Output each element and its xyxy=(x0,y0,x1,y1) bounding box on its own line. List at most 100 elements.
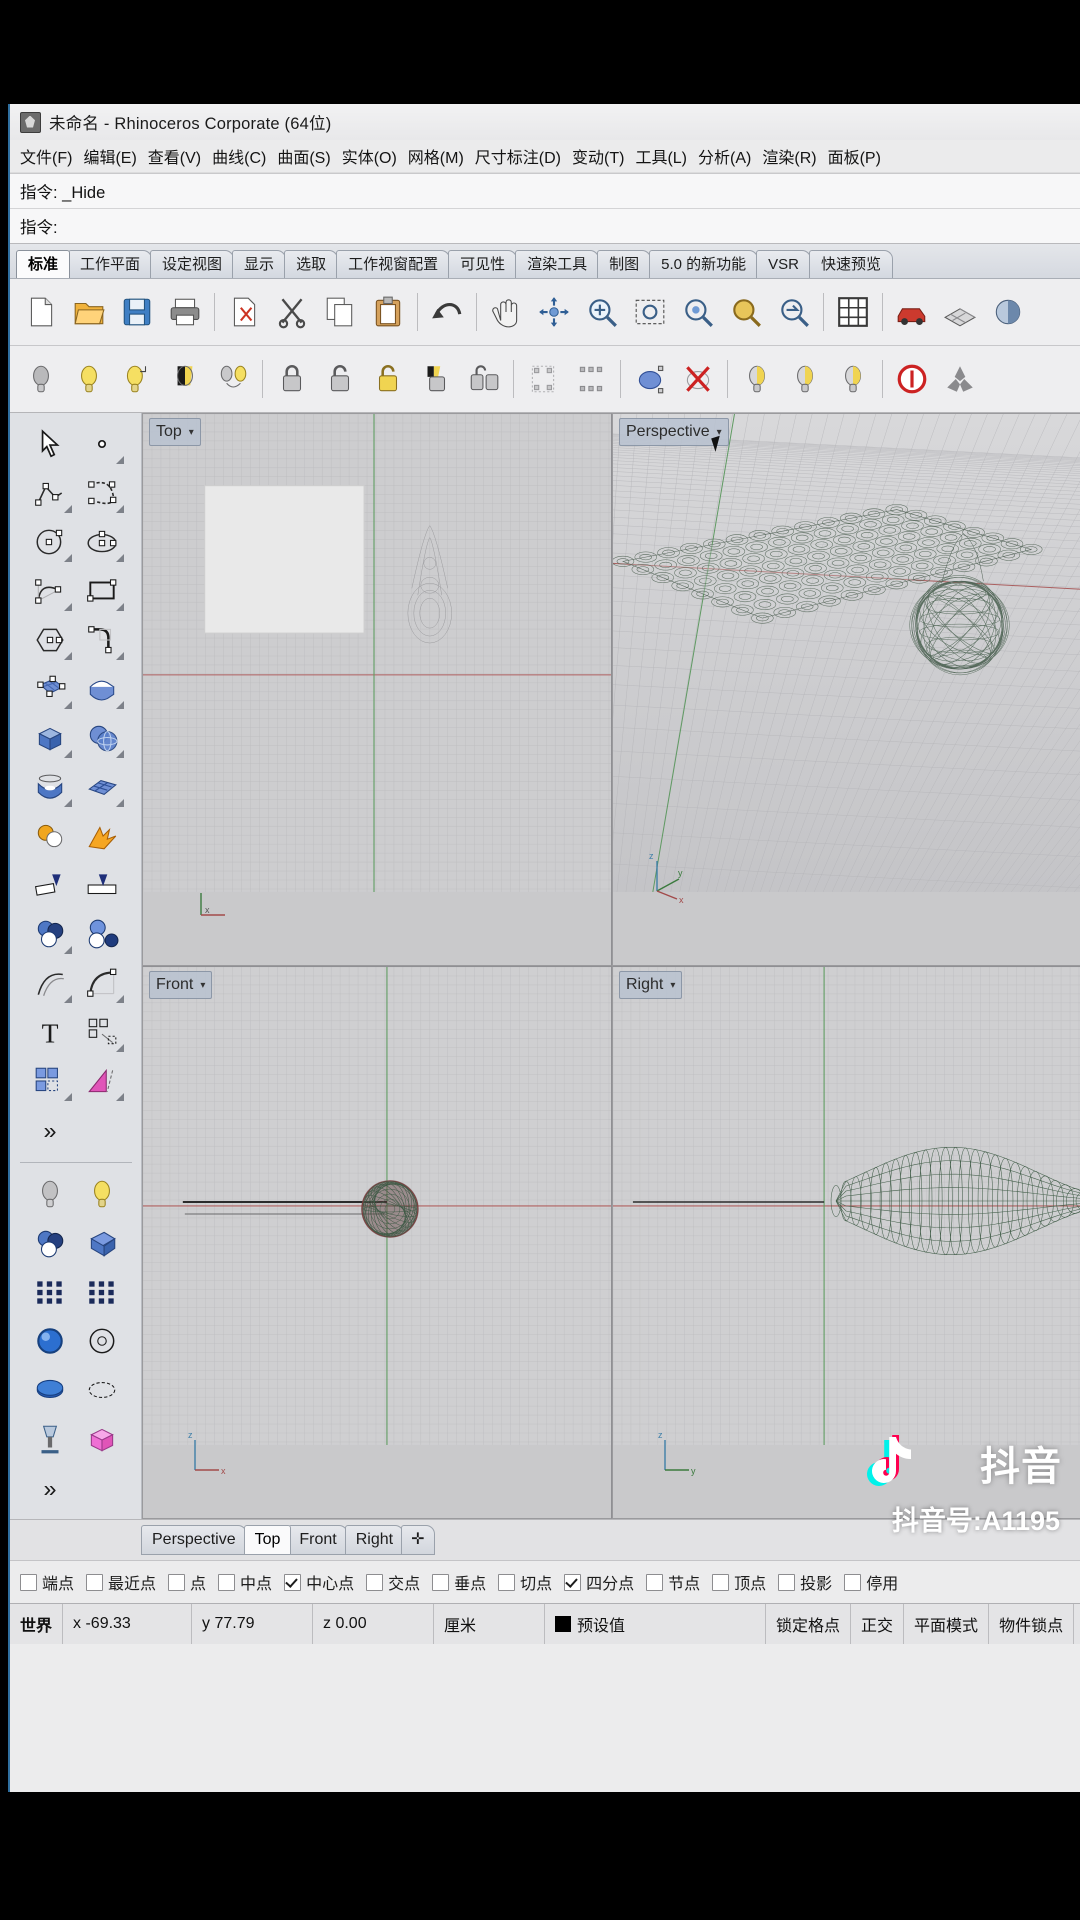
toolbar-tab-10[interactable]: VSR xyxy=(756,250,812,278)
select-points-on-icon[interactable] xyxy=(568,354,614,404)
rhino-tools-icon[interactable] xyxy=(937,354,983,404)
flyout-arrow-icon[interactable] xyxy=(63,799,72,807)
zoom-window-icon[interactable] xyxy=(579,287,625,337)
show-all-icon[interactable] xyxy=(830,354,876,404)
checkbox-icon[interactable] xyxy=(168,1573,186,1591)
toolbar-tab-7[interactable]: 渲染工具 xyxy=(515,250,600,278)
flyout-arrow-icon[interactable] xyxy=(115,995,124,1003)
checkbox-icon[interactable] xyxy=(498,1573,516,1591)
wire-disc-icon[interactable] xyxy=(76,1365,128,1414)
surface-from-points-icon[interactable] xyxy=(24,664,76,713)
boolean-union-icon[interactable] xyxy=(24,811,76,860)
viewport-front[interactable]: Front ▾ z x xyxy=(142,966,612,1519)
copy-icon[interactable] xyxy=(317,287,363,337)
checkbox-icon[interactable] xyxy=(284,1573,302,1591)
cut-icon[interactable] xyxy=(269,287,315,337)
toolbar-tab-8[interactable]: 制图 xyxy=(597,250,652,278)
save-file-icon[interactable] xyxy=(114,287,160,337)
osnap-2[interactable]: 点 xyxy=(168,1570,206,1594)
viewport-tab-2[interactable]: Front xyxy=(288,1525,348,1555)
abort-icon[interactable] xyxy=(889,354,935,404)
flyout-arrow-icon[interactable] xyxy=(115,456,124,464)
hide-swap-icon[interactable] xyxy=(210,354,256,404)
menu-edit[interactable]: 编辑(E) xyxy=(83,142,147,170)
lock-toggle-icon[interactable] xyxy=(461,354,507,404)
render-car-icon[interactable] xyxy=(889,287,935,337)
dot-grid-icon[interactable] xyxy=(24,1267,76,1316)
checkbox-icon[interactable] xyxy=(844,1573,862,1591)
select-arrow-icon[interactable] xyxy=(24,419,76,468)
menu-dimension[interactable]: 尺寸标注(D) xyxy=(475,142,572,170)
checkbox-icon[interactable] xyxy=(218,1573,236,1591)
viewport-label-top[interactable]: Top ▾ xyxy=(149,418,201,446)
ghosted-sphere-icon[interactable] xyxy=(76,1316,128,1365)
osnap-6[interactable]: 垂点 xyxy=(432,1570,486,1594)
osnap-12[interactable]: 停用 xyxy=(844,1570,898,1594)
viewport-perspective[interactable]: Perspective ▾ z y x xyxy=(612,413,1080,966)
rectangle-icon[interactable] xyxy=(76,566,128,615)
arc-icon[interactable] xyxy=(24,566,76,615)
menu-tools[interactable]: 工具(L) xyxy=(635,142,698,170)
text-icon[interactable]: T xyxy=(24,1007,76,1056)
flyout-arrow-icon[interactable] xyxy=(63,554,72,562)
checkbox-icon[interactable] xyxy=(366,1573,384,1591)
status-toggle-ortho[interactable]: 正交 xyxy=(851,1604,905,1644)
control-points-off-icon[interactable] xyxy=(675,354,721,404)
extrude-surface-icon[interactable] xyxy=(76,664,128,713)
polygon-icon[interactable] xyxy=(24,615,76,664)
osnap-3[interactable]: 中点 xyxy=(218,1570,272,1594)
mirror-icon[interactable] xyxy=(76,1056,128,1105)
toolbar-tab-2[interactable]: 设定视图 xyxy=(150,250,235,278)
viewport-tab-3[interactable]: Right xyxy=(344,1525,405,1555)
menu-render[interactable]: 渲染(R) xyxy=(762,142,827,170)
menu-transform[interactable]: 变动(T) xyxy=(572,142,635,170)
toolbar-tab-9[interactable]: 5.0 的新功能 xyxy=(649,250,759,278)
checkbox-icon[interactable] xyxy=(432,1573,450,1591)
viewport-label-right[interactable]: Right ▾ xyxy=(619,971,683,999)
menu-file[interactable]: 文件(F) xyxy=(20,142,83,170)
print-icon[interactable] xyxy=(162,287,208,337)
flyout-arrow-icon[interactable] xyxy=(63,505,72,513)
flyout-arrow-icon[interactable] xyxy=(115,1044,124,1052)
fillet-curve-icon[interactable] xyxy=(76,615,128,664)
lamp-icon[interactable] xyxy=(24,1414,76,1463)
menu-view[interactable]: 查看(V) xyxy=(148,142,212,170)
light-gray-icon[interactable] xyxy=(24,1169,76,1218)
osnap-8[interactable]: 四分点 xyxy=(564,1570,634,1594)
viewport-right[interactable]: Right ▾ z y xyxy=(612,966,1080,1519)
chevron-down-icon[interactable]: ▾ xyxy=(670,980,675,991)
lock-objects-icon[interactable] xyxy=(269,354,315,404)
osnap-9[interactable]: 节点 xyxy=(646,1570,700,1594)
shaded-sphere-icon[interactable] xyxy=(24,1316,76,1365)
checkbox-icon[interactable] xyxy=(712,1573,730,1591)
boolean-ops-icon[interactable] xyxy=(24,909,76,958)
render-mesh-icon[interactable] xyxy=(937,287,983,337)
flyout-arrow-icon[interactable] xyxy=(115,603,124,611)
hide-objects-icon[interactable] xyxy=(18,354,64,404)
checkbox-icon[interactable] xyxy=(564,1573,582,1591)
toolbar-tab-6[interactable]: 可见性 xyxy=(448,250,518,278)
show-objects-icon[interactable] xyxy=(66,354,112,404)
lock-swap-icon[interactable] xyxy=(413,354,459,404)
checkbox-icon[interactable] xyxy=(646,1573,664,1591)
grid-snap-icon[interactable] xyxy=(830,287,876,337)
select-points-off-icon[interactable] xyxy=(520,354,566,404)
status-toggle-grid-snap[interactable]: 锁定格点 xyxy=(766,1604,852,1644)
flyout-arrow-icon[interactable] xyxy=(63,701,72,709)
menu-analyze[interactable]: 分析(A) xyxy=(698,142,762,170)
box-solid-icon[interactable] xyxy=(24,713,76,762)
osnap-10[interactable]: 顶点 xyxy=(712,1570,766,1594)
fillet-edge-icon[interactable] xyxy=(76,958,128,1007)
more-tools-icon[interactable]: » xyxy=(24,1463,76,1512)
swap-hidden-icon[interactable] xyxy=(162,354,208,404)
osnap-11[interactable]: 投影 xyxy=(778,1570,832,1594)
toolbar-tab-3[interactable]: 显示 xyxy=(232,250,287,278)
flyout-arrow-icon[interactable] xyxy=(115,652,124,660)
zoom-target-icon[interactable] xyxy=(723,287,769,337)
flyout-arrow-icon[interactable] xyxy=(115,701,124,709)
render-mesh-plane-icon[interactable] xyxy=(76,1218,128,1267)
flyout-arrow-icon[interactable] xyxy=(63,603,72,611)
checkbox-icon[interactable] xyxy=(20,1573,37,1591)
menu-mesh[interactable]: 网格(M) xyxy=(408,142,475,170)
cut-plane-icon[interactable] xyxy=(221,287,267,337)
